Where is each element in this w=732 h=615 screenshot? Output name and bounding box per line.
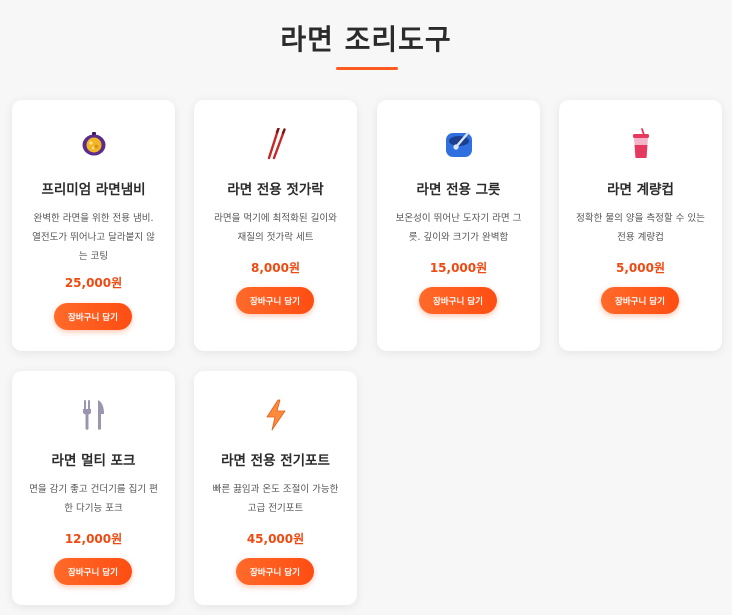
cup-icon (559, 126, 722, 162)
product-card: 라면 전용 전기포트 빠른 끓임과 온도 조절이 가능한 고급 전기포트 45,… (194, 371, 357, 605)
product-description: 라면을 먹기에 최적화된 길이와 재질의 젓가락 세트 (214, 213, 337, 243)
add-to-cart-button[interactable]: 장바구니 담기 (601, 287, 679, 314)
product-card: 라면 전용 젓가락 라면을 먹기에 최적화된 길이와 재질의 젓가락 세트 8,… (194, 100, 357, 351)
product-card: 라면 전용 그릇 보온성이 뛰어난 도자기 라면 그릇. 깊이와 크기가 완벽함… (377, 100, 540, 351)
chopsticks-icon (194, 126, 357, 162)
product-card: 라면 멀티 포크 면을 감기 좋고 건더기를 집기 편한 다기능 포크 12,0… (12, 371, 175, 605)
add-to-cart-button[interactable]: 장바구니 담기 (54, 303, 132, 330)
product-price: 45,000원 (246, 532, 305, 546)
product-name: 라면 전용 전기포트 (221, 453, 330, 469)
bowl-icon (377, 126, 540, 162)
page-title: 라면 조리도구 (280, 23, 452, 56)
product-description: 빠른 끓임과 온도 조절이 가능한 고급 전기포트 (212, 484, 339, 514)
product-price: 25,000원 (64, 276, 123, 290)
product-name: 라면 전용 그릇 (416, 182, 501, 198)
product-price: 5,000원 (616, 261, 665, 275)
title-underline (336, 67, 398, 70)
add-to-cart-button[interactable]: 장바구니 담기 (236, 287, 314, 314)
product-description: 완벽한 라면을 위한 전용 냄비. 열전도가 뛰어나고 달라붙지 않는 코팅 (32, 213, 155, 262)
add-to-cart-button[interactable]: 장바구니 담기 (419, 287, 497, 314)
pot-icon (12, 126, 175, 162)
product-name: 라면 멀티 포크 (51, 453, 136, 469)
product-description: 면을 감기 좋고 건더기를 집기 편한 다기능 포크 (29, 484, 158, 514)
product-name: 라면 계량컵 (607, 182, 674, 198)
product-description: 보온성이 뛰어난 도자기 라면 그릇. 깊이와 크기가 완벽함 (395, 213, 522, 243)
fork-knife-icon (12, 397, 175, 433)
product-card: 라면 계량컵 정확한 물의 양을 측정할 수 있는 전용 계량컵 5,000원 … (559, 100, 722, 351)
product-name: 프리미엄 라면냄비 (41, 182, 146, 198)
product-price: 15,000원 (429, 261, 488, 275)
lightning-icon (194, 397, 357, 433)
product-price: 12,000원 (64, 532, 123, 546)
add-to-cart-button[interactable]: 장바구니 담기 (236, 558, 314, 585)
product-description: 정확한 물의 양을 측정할 수 있는 전용 계량컵 (576, 213, 705, 243)
product-card: 프리미엄 라면냄비 완벽한 라면을 위한 전용 냄비. 열전도가 뛰어나고 달라… (12, 100, 175, 351)
product-name: 라면 전용 젓가락 (227, 182, 324, 198)
add-to-cart-button[interactable]: 장바구니 담기 (54, 558, 132, 585)
product-price: 8,000원 (251, 261, 300, 275)
